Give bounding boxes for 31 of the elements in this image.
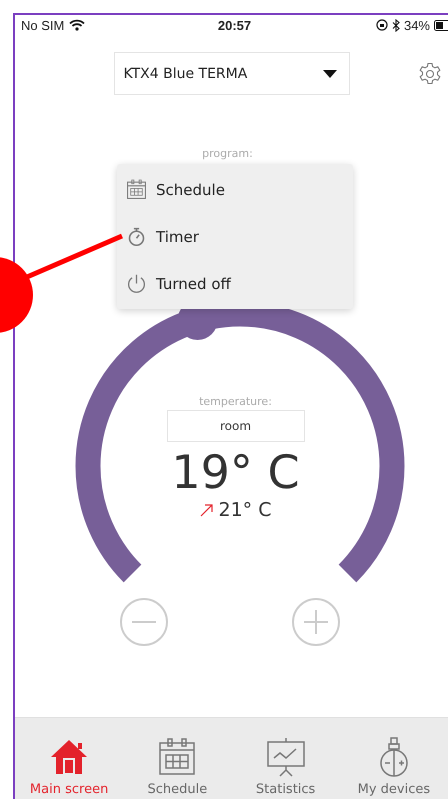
home-icon [49,737,90,777]
temperature-mode-field[interactable]: room [166,410,304,442]
nav-tab[interactable]: Main screen [15,718,124,799]
program-menu-item[interactable]: Schedule [117,166,353,213]
caret-icon [322,70,336,78]
minus-icon [132,621,156,623]
calendar-icon [126,179,147,200]
rotation-lock-icon [376,19,388,31]
clock-time: 20:57 [218,18,252,32]
program-menu-item[interactable]: Timer [117,213,353,260]
battery-percent: 34% [404,18,430,32]
settings-icon [418,62,442,86]
bluetooth-icon [392,18,400,32]
wifi-icon [69,19,86,31]
stopwatch-icon [126,226,147,247]
program-menu-item[interactable]: Turned off [117,260,353,307]
temperature-label: temperature: [199,395,272,408]
chart-board-icon [266,737,306,777]
carrier-text: No SIM [21,18,64,32]
nav-tab[interactable]: Statistics [232,718,340,799]
setpoint-temperature: 19° C [171,445,300,499]
current-temperature: 21° C [218,499,272,521]
calendar-icon [157,737,198,777]
program-label: program: [202,147,253,161]
plus-icon [304,610,328,634]
power-icon [126,273,147,294]
nav-tab[interactable]: My devices [340,718,448,799]
device-dropdown[interactable]: KTX4 Blue TERMA [114,52,350,95]
settings-button[interactable] [418,62,442,86]
trend-up-icon [200,504,212,516]
nav-tab[interactable]: Schedule [123,718,232,799]
